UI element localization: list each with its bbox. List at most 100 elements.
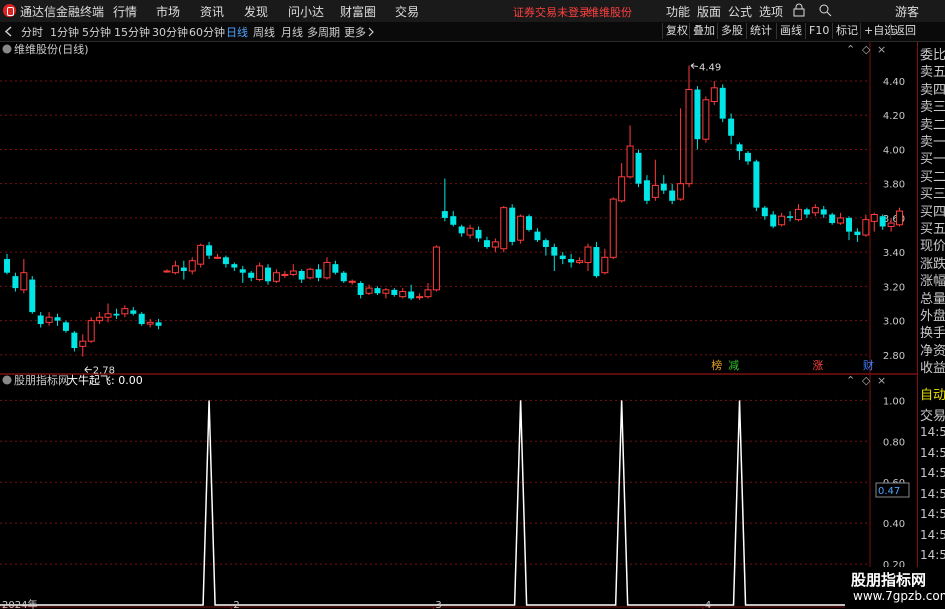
statistics-button[interactable]: 统计 xyxy=(746,23,775,39)
search-icon[interactable] xyxy=(818,3,832,17)
candle-body xyxy=(862,219,870,236)
candle-body xyxy=(736,144,743,152)
y-tick-label: 4.20 xyxy=(883,111,905,122)
watermark-title: 股朋指标网 xyxy=(851,571,927,589)
x-tick-label: 2024年 xyxy=(2,598,37,609)
quote-field-label: 买五 xyxy=(920,222,945,237)
indicator-restore-icon[interactable]: ◇ xyxy=(862,374,871,387)
f10-button[interactable]: F10 xyxy=(805,23,832,39)
chevron-left-icon[interactable] xyxy=(4,26,14,37)
menu-item-discover[interactable]: 发现 xyxy=(244,3,268,20)
login-status[interactable]: 证券交易未登录 xyxy=(513,4,590,20)
period-toolbar: 分时 1分钟 5分钟 15分钟 30分钟 60分钟 日线 周线 月线 多周期 更… xyxy=(0,22,945,42)
indicator-close-icon[interactable]: × xyxy=(877,374,886,387)
event-tag[interactable]: 榜 xyxy=(711,358,722,372)
period-30min[interactable]: 30分钟 xyxy=(152,24,188,40)
low-price-arrow xyxy=(84,366,92,373)
chart-labels: 维维股份(日线) 股朋指标网 大牛起飞: 0.00 ⌃ ◇ × ⌃ ◇ × 4.… xyxy=(2,42,910,609)
candle-body xyxy=(870,214,878,222)
quote-field-label: 现价 xyxy=(920,239,945,255)
candle-body xyxy=(669,190,676,201)
y-tick-label: 4.40 xyxy=(883,77,905,88)
draw-line-button[interactable]: 画线 xyxy=(776,23,805,39)
lock-icon[interactable] xyxy=(793,3,805,17)
user-label[interactable]: 游客 xyxy=(895,3,919,20)
restore-icon[interactable]: ◇ xyxy=(862,43,871,56)
period-1min[interactable]: 1分钟 xyxy=(50,24,79,40)
menu-item-wealth[interactable]: 财富圈 xyxy=(340,3,376,20)
collapse-icon[interactable]: ⌃ xyxy=(846,43,855,56)
candle-body xyxy=(450,216,457,225)
period-5min[interactable]: 5分钟 xyxy=(82,24,111,40)
x-tick-label: 4 xyxy=(705,600,711,609)
candle-body xyxy=(323,261,331,279)
trade-time: 14:56 xyxy=(920,445,945,460)
candle-body xyxy=(87,320,95,342)
candle-body xyxy=(256,265,264,281)
period-fenshi[interactable]: 分时 xyxy=(21,24,43,40)
indicator-menu-icon[interactable] xyxy=(2,375,12,385)
candle-body xyxy=(500,207,508,250)
menu-item-trade[interactable]: 交易 xyxy=(395,3,419,20)
mark-button[interactable]: 标记 xyxy=(832,23,861,39)
event-tag[interactable]: 财 xyxy=(863,358,874,372)
indicator-y-tick-label: 0.80 xyxy=(883,437,905,448)
chevron-right-icon[interactable] xyxy=(367,27,375,37)
menu-item-news[interactable]: 资讯 xyxy=(200,3,224,20)
event-tag[interactable]: 涨 xyxy=(812,359,823,372)
candle-body xyxy=(231,264,238,268)
period-daily[interactable]: 日线 xyxy=(226,24,248,40)
candle-body xyxy=(509,207,516,242)
trade-panel-label[interactable]: 交易 xyxy=(920,405,945,424)
candle-body xyxy=(206,245,213,256)
candle-body xyxy=(155,322,162,326)
stock-chart[interactable]: 2.803.003.203.403.603.804.004.204.400.20… xyxy=(0,42,917,609)
y-tick-label: 3.40 xyxy=(883,248,905,259)
menu-item-function[interactable]: 功能 xyxy=(666,3,690,20)
quote-field-label: 买三 xyxy=(920,187,945,203)
candle-body xyxy=(601,256,609,274)
x-tick-label: 3 xyxy=(435,600,441,609)
indicator-collapse-icon[interactable]: ⌃ xyxy=(846,374,855,387)
candle-body xyxy=(332,264,339,273)
event-tag[interactable]: 减 xyxy=(728,359,739,372)
candle-body xyxy=(365,287,373,294)
candle-body xyxy=(643,180,650,201)
overlay-button[interactable]: 叠加 xyxy=(689,23,718,39)
period-60min[interactable]: 60分钟 xyxy=(189,24,225,40)
back-button[interactable]: 返回 xyxy=(890,23,919,39)
menu-item-ask[interactable]: 问小达 xyxy=(288,3,324,20)
chart-menu-icon[interactable] xyxy=(2,44,12,54)
stock-name-header: 维维股份 xyxy=(588,6,632,19)
period-monthly[interactable]: 月线 xyxy=(281,24,303,40)
quote-field-label: 买四 xyxy=(920,204,945,220)
candle-body xyxy=(188,260,196,272)
period-more[interactable]: 更多 xyxy=(344,24,366,40)
period-15min[interactable]: 15分钟 xyxy=(114,24,150,40)
menu-item-market[interactable]: 市场 xyxy=(156,3,180,20)
candle-body xyxy=(20,272,28,291)
quote-field-label: 买二 xyxy=(920,169,945,185)
period-weekly[interactable]: 周线 xyxy=(253,24,275,40)
fuquan-button[interactable]: 复权 xyxy=(662,23,691,39)
trade-panel-label[interactable]: 自动 xyxy=(920,384,945,403)
candle-body xyxy=(466,227,474,236)
menu-item-formula[interactable]: 公式 xyxy=(728,3,752,20)
menu-item-layout[interactable]: 版面 xyxy=(697,3,721,20)
candle-body xyxy=(694,89,701,140)
chart-axes xyxy=(0,42,917,609)
candle-body xyxy=(265,267,272,282)
close-icon[interactable]: × xyxy=(877,43,886,56)
candle-body xyxy=(787,216,794,218)
menu-item-quotes[interactable]: 行情 xyxy=(113,3,137,20)
event-tags: 榜减 涨 财 xyxy=(711,358,874,372)
candle-body xyxy=(753,161,760,208)
candle-body xyxy=(432,246,440,291)
trade-time: 14:56 xyxy=(920,527,945,542)
period-multi[interactable]: 多周期 xyxy=(307,24,340,40)
candle-body xyxy=(399,291,407,298)
candle-body xyxy=(382,289,390,294)
candle-body xyxy=(584,246,592,263)
multi-stock-button[interactable]: 多股 xyxy=(717,23,746,39)
menu-item-options[interactable]: 选项 xyxy=(759,3,783,20)
